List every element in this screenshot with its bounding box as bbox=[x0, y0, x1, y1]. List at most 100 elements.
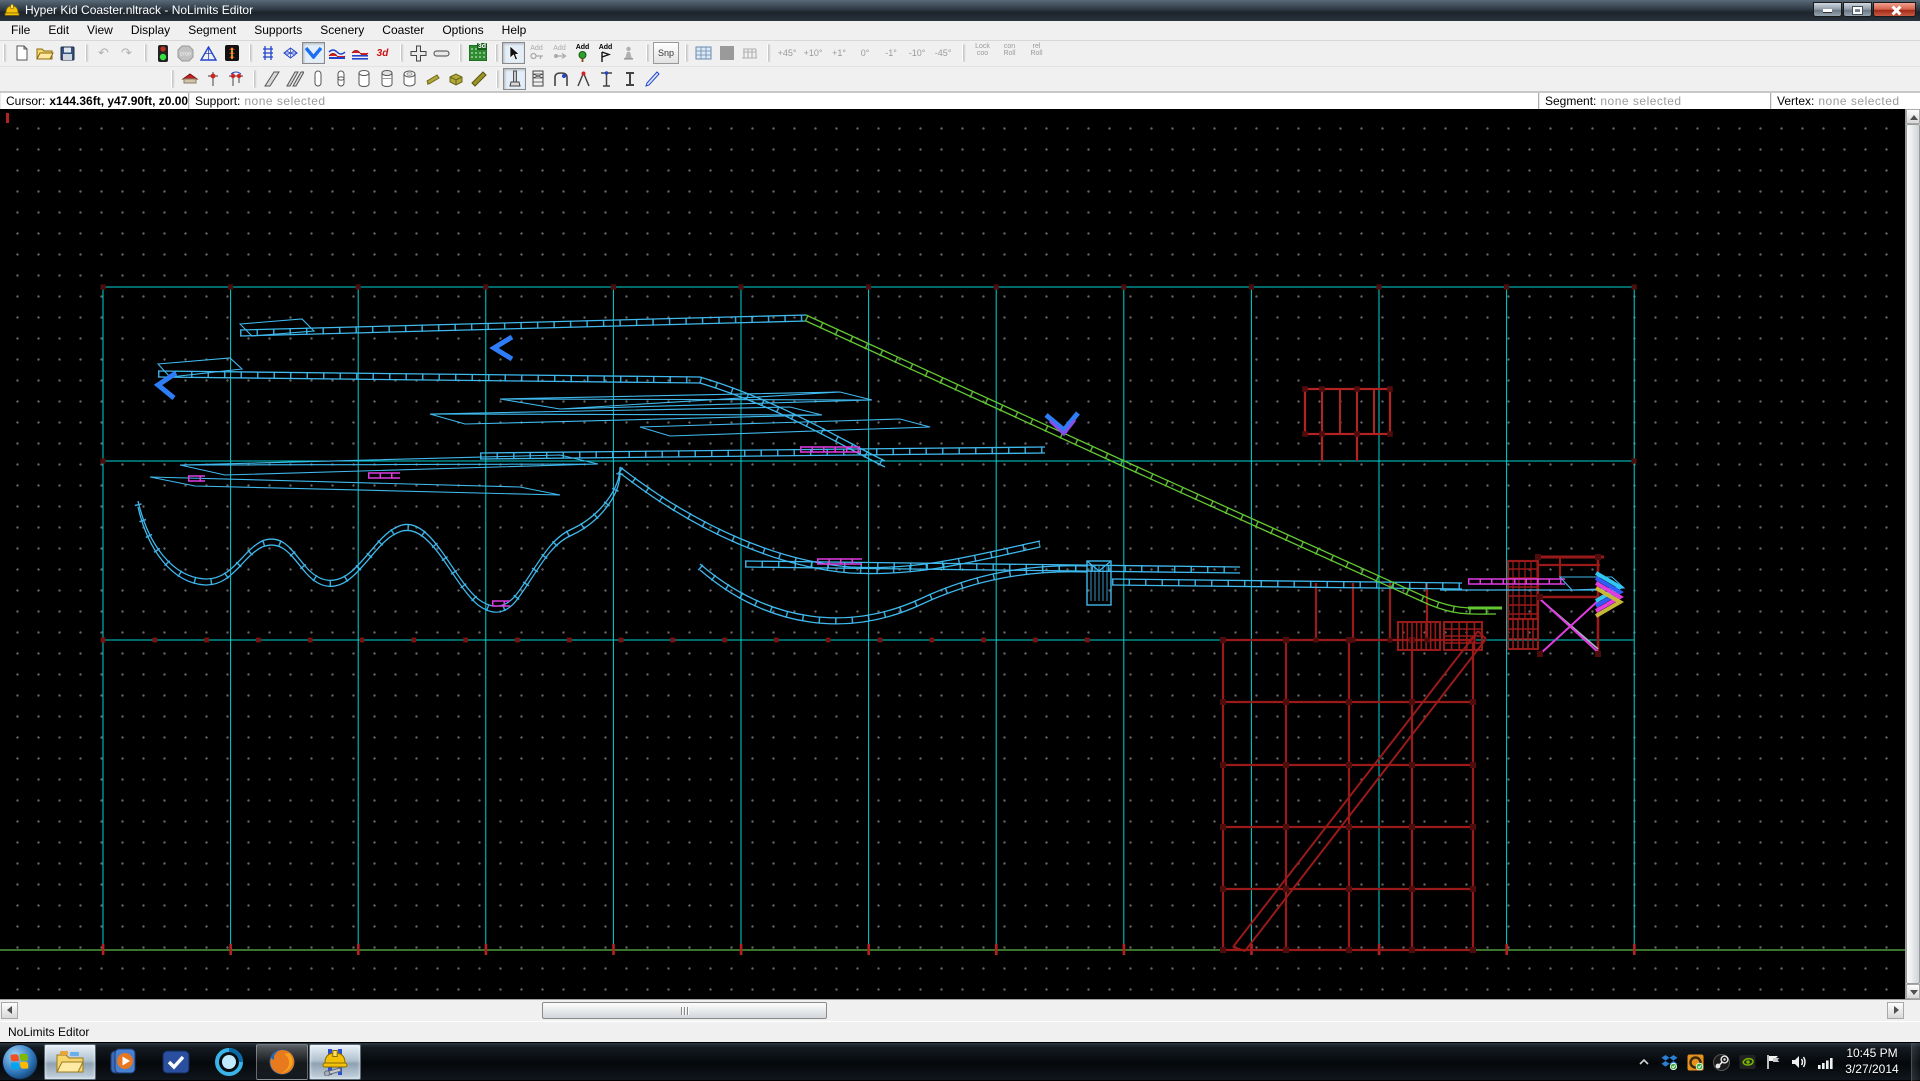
menu-segment[interactable]: Segment bbox=[179, 21, 245, 39]
view-wireframe-button[interactable] bbox=[279, 42, 302, 64]
wood-box-button[interactable] bbox=[444, 68, 467, 90]
menu-view[interactable]: View bbox=[78, 21, 122, 39]
tube-tool-button[interactable] bbox=[306, 68, 329, 90]
relative-roll-button[interactable]: relRoll bbox=[1023, 43, 1050, 63]
scroll-up-button[interactable] bbox=[1906, 109, 1920, 124]
tray-steam-icon[interactable] bbox=[1713, 1054, 1730, 1071]
grid-3d-button[interactable]: 3d bbox=[466, 42, 489, 64]
cylinder3-tool-button[interactable] bbox=[398, 68, 421, 90]
wood-beam-button[interactable] bbox=[421, 68, 444, 90]
footer-align-button[interactable] bbox=[738, 42, 761, 64]
rotate-minus10-button[interactable]: -10° bbox=[904, 43, 930, 63]
tray-hidden-icons-button[interactable] bbox=[1635, 1054, 1652, 1071]
tray-nvidia-icon[interactable] bbox=[1739, 1054, 1756, 1071]
menu-options[interactable]: Options bbox=[433, 21, 492, 39]
horizontal-scroll-thumb[interactable] bbox=[542, 1002, 827, 1019]
footer-angle-button[interactable] bbox=[572, 68, 595, 90]
cylinder-tool-button[interactable] bbox=[352, 68, 375, 90]
taskbar-explorer-button[interactable] bbox=[44, 1044, 96, 1080]
title-bar[interactable]: Hyper Kid Coaster.nltrack - NoLimits Edi… bbox=[0, 0, 1920, 21]
support-double-node-button[interactable] bbox=[224, 68, 247, 90]
menu-display[interactable]: Display bbox=[122, 21, 179, 39]
stop-simulation-button[interactable]: STOP bbox=[174, 42, 197, 64]
taskbar-firefox-button[interactable] bbox=[256, 1044, 308, 1080]
new-file-button[interactable] bbox=[10, 42, 33, 64]
terrain-pyramid-button[interactable] bbox=[197, 42, 220, 64]
flat-section-button[interactable] bbox=[430, 42, 453, 64]
rotate-plus45-button[interactable]: +45° bbox=[774, 43, 800, 63]
tray-dropbox-icon[interactable] bbox=[1661, 1054, 1678, 1071]
menu-scenery[interactable]: Scenery bbox=[311, 21, 373, 39]
cylinder2-tool-button[interactable] bbox=[375, 68, 398, 90]
menu-file[interactable]: File bbox=[2, 21, 39, 39]
undo-button[interactable]: ↶ bbox=[92, 42, 115, 64]
play-simulation-button[interactable] bbox=[151, 42, 174, 64]
open-file-button[interactable] bbox=[33, 42, 56, 64]
redo-button[interactable]: ↷ bbox=[115, 42, 138, 64]
show-desktop-button[interactable] bbox=[1911, 1043, 1920, 1081]
editor-canvas[interactable] bbox=[0, 109, 1905, 999]
taskbar-messenger-button[interactable] bbox=[150, 1044, 202, 1080]
maximize-button[interactable] bbox=[1843, 2, 1872, 17]
footer-pole-button[interactable] bbox=[503, 68, 526, 90]
window-title: Hyper Kid Coaster.nltrack - NoLimits Edi… bbox=[25, 3, 253, 17]
add-tree-button[interactable]: Add bbox=[571, 42, 594, 64]
menu-coaster[interactable]: Coaster bbox=[373, 21, 433, 39]
add-statue-button[interactable] bbox=[617, 42, 640, 64]
support-node-button[interactable] bbox=[201, 68, 224, 90]
view-terrain-low-button[interactable] bbox=[325, 42, 348, 64]
rotate-plus10-button[interactable]: +10° bbox=[800, 43, 826, 63]
continuous-roll-button[interactable]: conRoll bbox=[996, 43, 1023, 63]
taskbar-mediaplayer-button[interactable] bbox=[97, 1044, 149, 1080]
double-beam-tool-button[interactable] bbox=[283, 68, 306, 90]
start-button[interactable] bbox=[2, 1044, 38, 1080]
add-connector-button[interactable]: Add bbox=[548, 42, 571, 64]
save-button[interactable] bbox=[56, 42, 79, 64]
tube-node-icon bbox=[337, 70, 345, 87]
scroll-left-button[interactable] bbox=[1, 1002, 18, 1019]
taskbar-blueorb-button[interactable] bbox=[203, 1044, 255, 1080]
minimize-button[interactable] bbox=[1813, 2, 1842, 17]
footer-ibeam-button[interactable] bbox=[618, 68, 641, 90]
scroll-right-button[interactable] bbox=[1887, 1002, 1904, 1019]
grid-settings-button[interactable] bbox=[692, 42, 715, 64]
beam-tool-button[interactable] bbox=[260, 68, 283, 90]
vertical-scrollbar[interactable] bbox=[1905, 109, 1920, 999]
taskbar-nolimits-button[interactable] bbox=[309, 1044, 361, 1080]
view-track-direction-button[interactable] bbox=[302, 42, 325, 64]
footer-slant-button[interactable] bbox=[641, 68, 664, 90]
wood-diagonal-button[interactable] bbox=[467, 68, 490, 90]
rotate-minus1-button[interactable]: -1° bbox=[878, 43, 904, 63]
tray-action-center-icon[interactable] bbox=[1765, 1054, 1782, 1071]
add-key-button[interactable]: Add bbox=[525, 42, 548, 64]
footer-lattice-button[interactable] bbox=[526, 68, 549, 90]
tray-volume-icon[interactable] bbox=[1791, 1054, 1808, 1071]
footer-arch-button[interactable] bbox=[549, 68, 572, 90]
horizontal-scrollbar[interactable] bbox=[0, 999, 1920, 1021]
track-tower-button[interactable] bbox=[220, 42, 243, 64]
add-flag-button[interactable]: Add bbox=[594, 42, 617, 64]
close-button[interactable] bbox=[1873, 2, 1916, 17]
cross-section-button[interactable] bbox=[407, 42, 430, 64]
tray-updater-icon[interactable] bbox=[1687, 1054, 1704, 1071]
select-tool-button[interactable] bbox=[502, 42, 525, 64]
fill-color-button[interactable] bbox=[715, 42, 738, 64]
footer-tee-button[interactable] bbox=[595, 68, 618, 90]
menu-edit[interactable]: Edit bbox=[39, 21, 78, 39]
view-terrain-high-button[interactable] bbox=[348, 42, 371, 64]
snap-button[interactable]: Snp bbox=[653, 42, 679, 64]
taskbar-clock[interactable]: 10:45 PM 3/27/2014 bbox=[1836, 1045, 1908, 1077]
lock-coord-button[interactable]: Lockcoo bbox=[969, 43, 996, 63]
vertical-scroll-thumb[interactable] bbox=[1906, 124, 1920, 984]
tray-network-icon[interactable] bbox=[1817, 1054, 1834, 1071]
rotate-plus1-button[interactable]: +1° bbox=[826, 43, 852, 63]
menu-supports[interactable]: Supports bbox=[245, 21, 311, 39]
tube-node-tool-button[interactable] bbox=[329, 68, 352, 90]
rotate-minus45-button[interactable]: -45° bbox=[930, 43, 956, 63]
rotate-zero-button[interactable]: 0° bbox=[852, 43, 878, 63]
support-foundation-button[interactable] bbox=[178, 68, 201, 90]
scroll-down-button[interactable] bbox=[1906, 984, 1920, 999]
view-3d-button[interactable]: 3d bbox=[371, 42, 394, 64]
view-rails-button[interactable] bbox=[256, 42, 279, 64]
menu-help[interactable]: Help bbox=[493, 21, 536, 39]
